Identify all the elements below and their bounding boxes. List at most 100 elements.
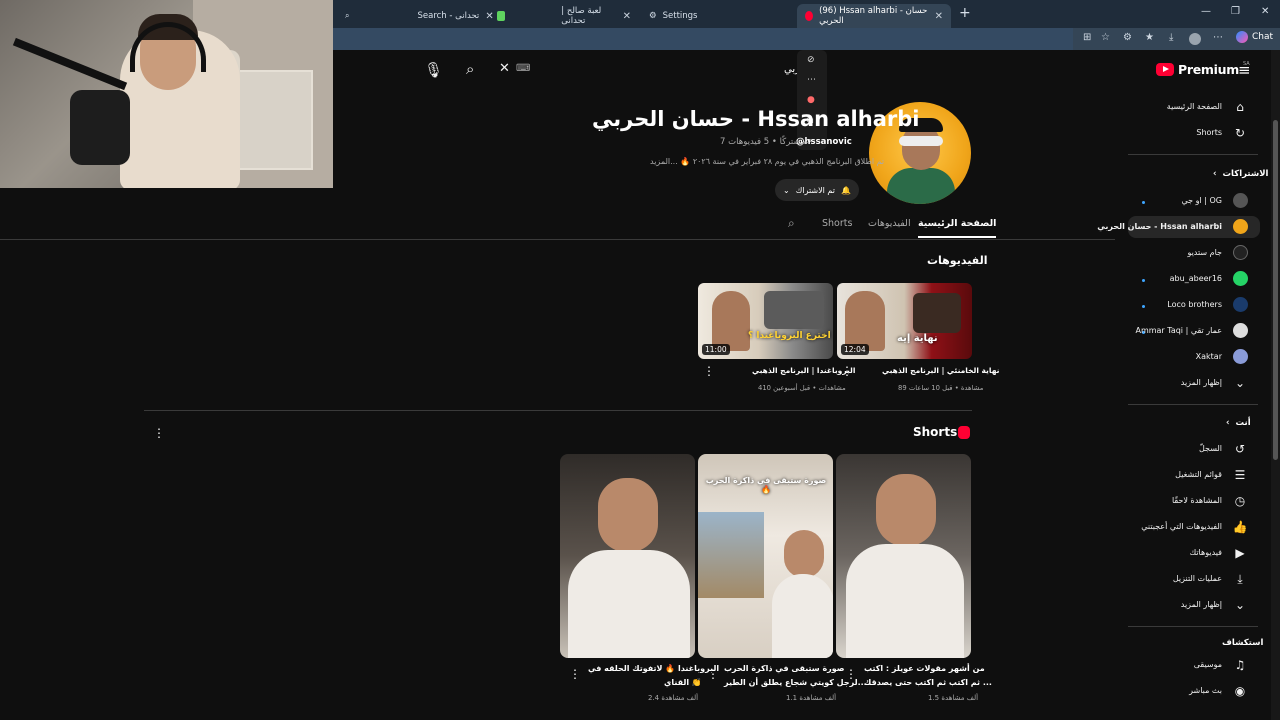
video-title[interactable]: نهاية الخامنئي | البرنامج الذهبي xyxy=(882,366,999,375)
sidebar-item-liked[interactable]: الفيديوهات التي أعجبتني 👍 xyxy=(1120,517,1260,539)
subscriptions-header[interactable]: ‹ الاشتراكات xyxy=(1213,169,1268,179)
search-icon[interactable]: ⌕ xyxy=(466,60,474,78)
sidebar-item-home[interactable]: الصفحة الرئيسية ⌂ xyxy=(1120,97,1260,119)
tab-videos[interactable]: الفيديوهات xyxy=(868,218,911,229)
sidebar-item-label: او جي | OG xyxy=(1181,196,1222,205)
favorites-icon[interactable]: ★ xyxy=(1145,32,1154,43)
more-options-icon[interactable]: ⋯ xyxy=(1213,32,1223,43)
short-title[interactable]: البروباغندا 🔥 لاتفوتك الحلقه في xyxy=(588,664,719,673)
sidebar-subscription[interactable]: Loco brothers xyxy=(1120,295,1260,317)
page-scrollbar[interactable] xyxy=(1271,50,1280,720)
tab-home[interactable]: الصفحة الرئيسية xyxy=(918,218,997,238)
short-thumbnail[interactable] xyxy=(836,454,971,658)
clock-icon: ◷ xyxy=(1234,494,1246,508)
short-title[interactable]: من أشهر مقولات عويلز : اكتب xyxy=(864,664,985,673)
install-app-icon[interactable]: ⊞ xyxy=(1083,32,1091,43)
sidebar-subscription[interactable]: abu_abeer16 xyxy=(1120,269,1260,291)
hamburger-menu-icon[interactable]: ≡ xyxy=(1238,61,1251,79)
tab-shorts[interactable]: Shorts xyxy=(822,218,852,229)
sidebar-item-downloads[interactable]: عمليات التنزيل ⤓ xyxy=(1120,569,1260,591)
search-suggestion-popup: ⊘ ⋯ ● ⧉ ⌕ xyxy=(797,50,827,150)
sidebar-item-label: Loco brothers xyxy=(1167,300,1222,309)
sidebar-item-live[interactable]: بث مباشر ◉ xyxy=(1120,681,1260,703)
short-views: 2.4 ألف مشاهدة xyxy=(648,694,699,702)
thumb-face xyxy=(598,478,658,552)
copilot-chat-button[interactable]: Chat xyxy=(1236,31,1273,43)
sidebar-item-shorts[interactable]: Shorts ↻ xyxy=(1120,123,1260,145)
short-title[interactable]: صورة ستبقى في ذاكرة الحرب xyxy=(724,664,845,673)
tab-settings[interactable]: ⚙ Settings ✕ xyxy=(641,4,808,28)
more-icon[interactable]: ⋯ xyxy=(807,75,816,85)
sidebar-item-your-videos[interactable]: فيديوهاتك ▶ xyxy=(1120,543,1260,565)
thumb-person xyxy=(845,291,885,351)
youtube-favicon-icon xyxy=(805,11,814,21)
copilot-icon xyxy=(1236,31,1248,43)
video-thumbnail[interactable]: نهاية إيه 12:04 xyxy=(837,283,972,359)
window-close-icon[interactable]: ✕ xyxy=(1261,6,1269,17)
sidebar-show-more-you[interactable]: إظهار المزيد ⌄ xyxy=(1120,595,1260,617)
sidebar-subscription[interactable]: Xaktar xyxy=(1120,347,1260,369)
voice-search-icon[interactable]: 🎙 xyxy=(424,61,443,79)
sidebar-subscription[interactable]: Ammar Taqi | عمار تقي xyxy=(1120,321,1260,343)
youtube-premium-logo[interactable]: Premium SA xyxy=(1156,61,1250,77)
sidebar-item-label: الفيديوهات التي أعجبتني xyxy=(1141,522,1222,531)
video-stats: 410 مشاهدات • قبل أسبوعين xyxy=(758,384,846,392)
sidebar-show-more[interactable]: إظهار المزيد ⌄ xyxy=(1120,373,1260,395)
shorts-section-title: Shorts xyxy=(913,425,958,439)
channel-avatar-icon xyxy=(1233,193,1248,208)
video-thumbnail[interactable]: مين أول واحد اخترع البروباغندا ؟ 11:00 xyxy=(698,283,833,359)
address-field[interactable] xyxy=(333,28,1073,50)
new-content-dot xyxy=(1142,305,1145,308)
close-icon[interactable]: ✕ xyxy=(623,11,631,22)
close-icon[interactable]: ✕ xyxy=(935,11,943,22)
sidebar-subscription[interactable]: جام ستديو xyxy=(1120,243,1260,265)
channel-avatar-icon xyxy=(1233,245,1248,260)
video-title[interactable]: البروباغندا | البرنامج الذهبي xyxy=(752,366,855,375)
sidebar-item-music[interactable]: موسيقى ♫ xyxy=(1120,655,1260,677)
subscribed-button[interactable]: ⌄ تم الاشتراك 🔔 xyxy=(775,179,859,201)
scrollbar-thumb[interactable] xyxy=(1273,120,1278,460)
shorts-section-menu-icon[interactable]: ⋮ xyxy=(153,426,165,440)
you-header[interactable]: ‹ أنت xyxy=(1226,418,1251,428)
extension-icon[interactable]: ⚙ xyxy=(1123,32,1132,43)
eye-off-icon[interactable]: ⊘ xyxy=(807,55,815,65)
video-menu-icon[interactable]: ⋮ xyxy=(703,364,715,378)
short-menu-icon[interactable]: ⋮ xyxy=(569,667,581,681)
subscriptions-header-label: الاشتراكات xyxy=(1222,169,1269,179)
keyboard-icon[interactable]: ⌨ xyxy=(516,63,530,74)
channel-tabs: ⌕ Shorts الفيديوهات الصفحة الرئيسية xyxy=(0,212,1115,240)
sidebar-item-label: عمليات التنزيل xyxy=(1172,574,1222,583)
thumb-body xyxy=(568,550,690,658)
download-icon[interactable]: ⤓ xyxy=(1169,32,1173,43)
channel-meta: 7 مشتركًا • 5 فيديوهات xyxy=(720,137,806,147)
sidebar-item-history[interactable]: السجلّ ↺ xyxy=(1120,439,1260,461)
thumb-caption: نهاية إيه xyxy=(897,333,938,344)
channel-search-icon[interactable]: ⌕ xyxy=(788,216,795,231)
youtube-logo-icon xyxy=(1156,63,1174,76)
channel-description[interactable]: تم اطلاق البرنامج الذهبي في يوم ٢٨ فبراي… xyxy=(650,157,884,166)
tab-youtube-channel[interactable]: (96) Hssan alharbi - حسان الحربي ✕ xyxy=(797,4,951,28)
video-stats: 89 مشاهدة • قبل 10 ساعات xyxy=(898,384,984,392)
profile-avatar-icon[interactable] xyxy=(1189,33,1201,45)
sidebar-item-watch-later[interactable]: المشاهدة لاحقًا ◷ xyxy=(1120,491,1260,513)
chevron-icon: ‹ xyxy=(1213,169,1217,179)
sidebar-subscription-active[interactable]: حسان الحربي - Hssan alharbi xyxy=(1097,217,1260,239)
sidebar-divider xyxy=(1128,154,1258,155)
favorite-star-icon[interactable]: ☆ xyxy=(1101,32,1110,43)
clear-search-icon[interactable]: ✕ xyxy=(499,61,510,76)
sidebar-subscription[interactable]: او جي | OG xyxy=(1120,191,1260,213)
gear-icon: ⚙ xyxy=(649,11,657,21)
sidebar-item-playlists[interactable]: قوائم التشغيل ☰ xyxy=(1120,465,1260,487)
browser-tab-bar: ⌕ Search - تحدانی ✕ لعبة صالح | تحدانی ✕… xyxy=(333,0,1280,28)
short-thumbnail[interactable]: صورة ستبقى في ذاكرة الحرب 🔥 xyxy=(698,454,833,658)
new-tab-icon[interactable]: + xyxy=(959,5,971,21)
subscribe-label: تم الاشتراك xyxy=(795,185,835,195)
minimize-icon[interactable]: — xyxy=(1201,6,1211,17)
tab-game[interactable]: لعبة صالح | تحدانی ✕ xyxy=(489,4,639,28)
maximize-icon[interactable]: ❐ xyxy=(1231,6,1240,17)
search-icon: ⌕ xyxy=(345,11,350,20)
tab-label: Settings xyxy=(662,11,698,21)
sidebar-item-label: المشاهدة لاحقًا xyxy=(1171,496,1222,505)
color-icon[interactable]: ● xyxy=(807,95,815,105)
short-thumbnail[interactable] xyxy=(560,454,695,658)
